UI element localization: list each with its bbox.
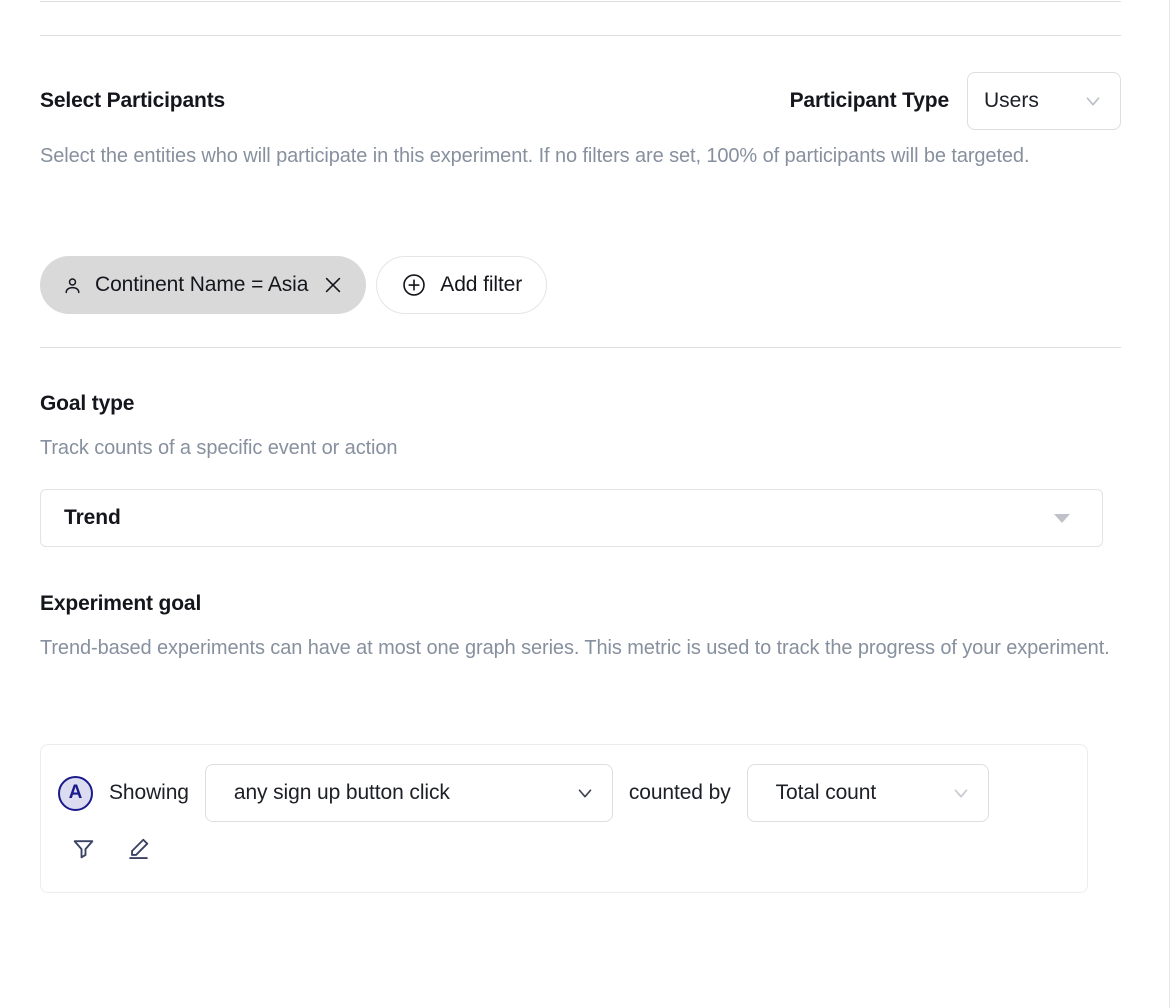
experiment-goal-card: A Showing any sign up button click count…	[40, 744, 1088, 893]
goal-type-select[interactable]: Trend	[40, 489, 1103, 547]
filter-chip-label: Continent Name = Asia	[95, 273, 308, 297]
participant-type-group: Participant Type Users	[790, 72, 1121, 130]
goal-type-value: Trend	[64, 506, 121, 530]
goal-type-title: Goal type	[40, 390, 134, 418]
experiment-goal-title: Experiment goal	[40, 590, 201, 618]
chevron-down-icon	[574, 782, 596, 804]
event-select[interactable]: any sign up button click	[205, 764, 613, 822]
divider-top	[40, 1, 1121, 2]
plus-circle-icon	[401, 272, 427, 298]
experiment-goal-description: Trend-based experiments can have at most…	[40, 626, 1125, 670]
add-filter-label: Add filter	[440, 273, 522, 297]
edit-pencil-icon[interactable]	[126, 836, 151, 861]
select-participants-title: Select Participants	[40, 87, 225, 115]
divider-participants-section	[40, 35, 1121, 36]
aggregation-select-value: Total count	[776, 781, 876, 805]
series-badge-a: A	[58, 776, 93, 811]
chevron-down-icon	[1082, 90, 1104, 112]
triangle-down-icon	[1054, 514, 1070, 523]
participants-header: Select Participants Participant Type Use…	[40, 82, 1121, 120]
person-icon	[62, 275, 83, 296]
goal-type-description: Track counts of a specific event or acti…	[40, 426, 397, 470]
event-select-value: any sign up button click	[234, 781, 450, 805]
chevron-down-icon	[950, 782, 972, 804]
participant-type-value: Users	[984, 89, 1039, 113]
select-participants-description: Select the entities who will participate…	[40, 134, 1130, 178]
goal-series-actions	[41, 822, 1087, 861]
add-filter-button[interactable]: Add filter	[376, 256, 547, 314]
experiment-form-page: Select Participants Participant Type Use…	[0, 0, 1170, 1008]
aggregation-select[interactable]: Total count	[747, 764, 989, 822]
close-icon[interactable]	[322, 274, 344, 296]
filter-funnel-icon[interactable]	[71, 836, 96, 861]
divider-goal-section	[40, 347, 1121, 348]
participant-type-label: Participant Type	[790, 89, 949, 113]
goal-series-row: A Showing any sign up button click count…	[41, 745, 1087, 822]
counted-by-label: counted by	[629, 781, 731, 805]
participant-filters-row: Continent Name = Asia Add filter	[40, 256, 547, 314]
showing-label: Showing	[109, 781, 189, 805]
participant-type-select[interactable]: Users	[967, 72, 1121, 130]
filter-chip-continent-name[interactable]: Continent Name = Asia	[40, 256, 366, 314]
